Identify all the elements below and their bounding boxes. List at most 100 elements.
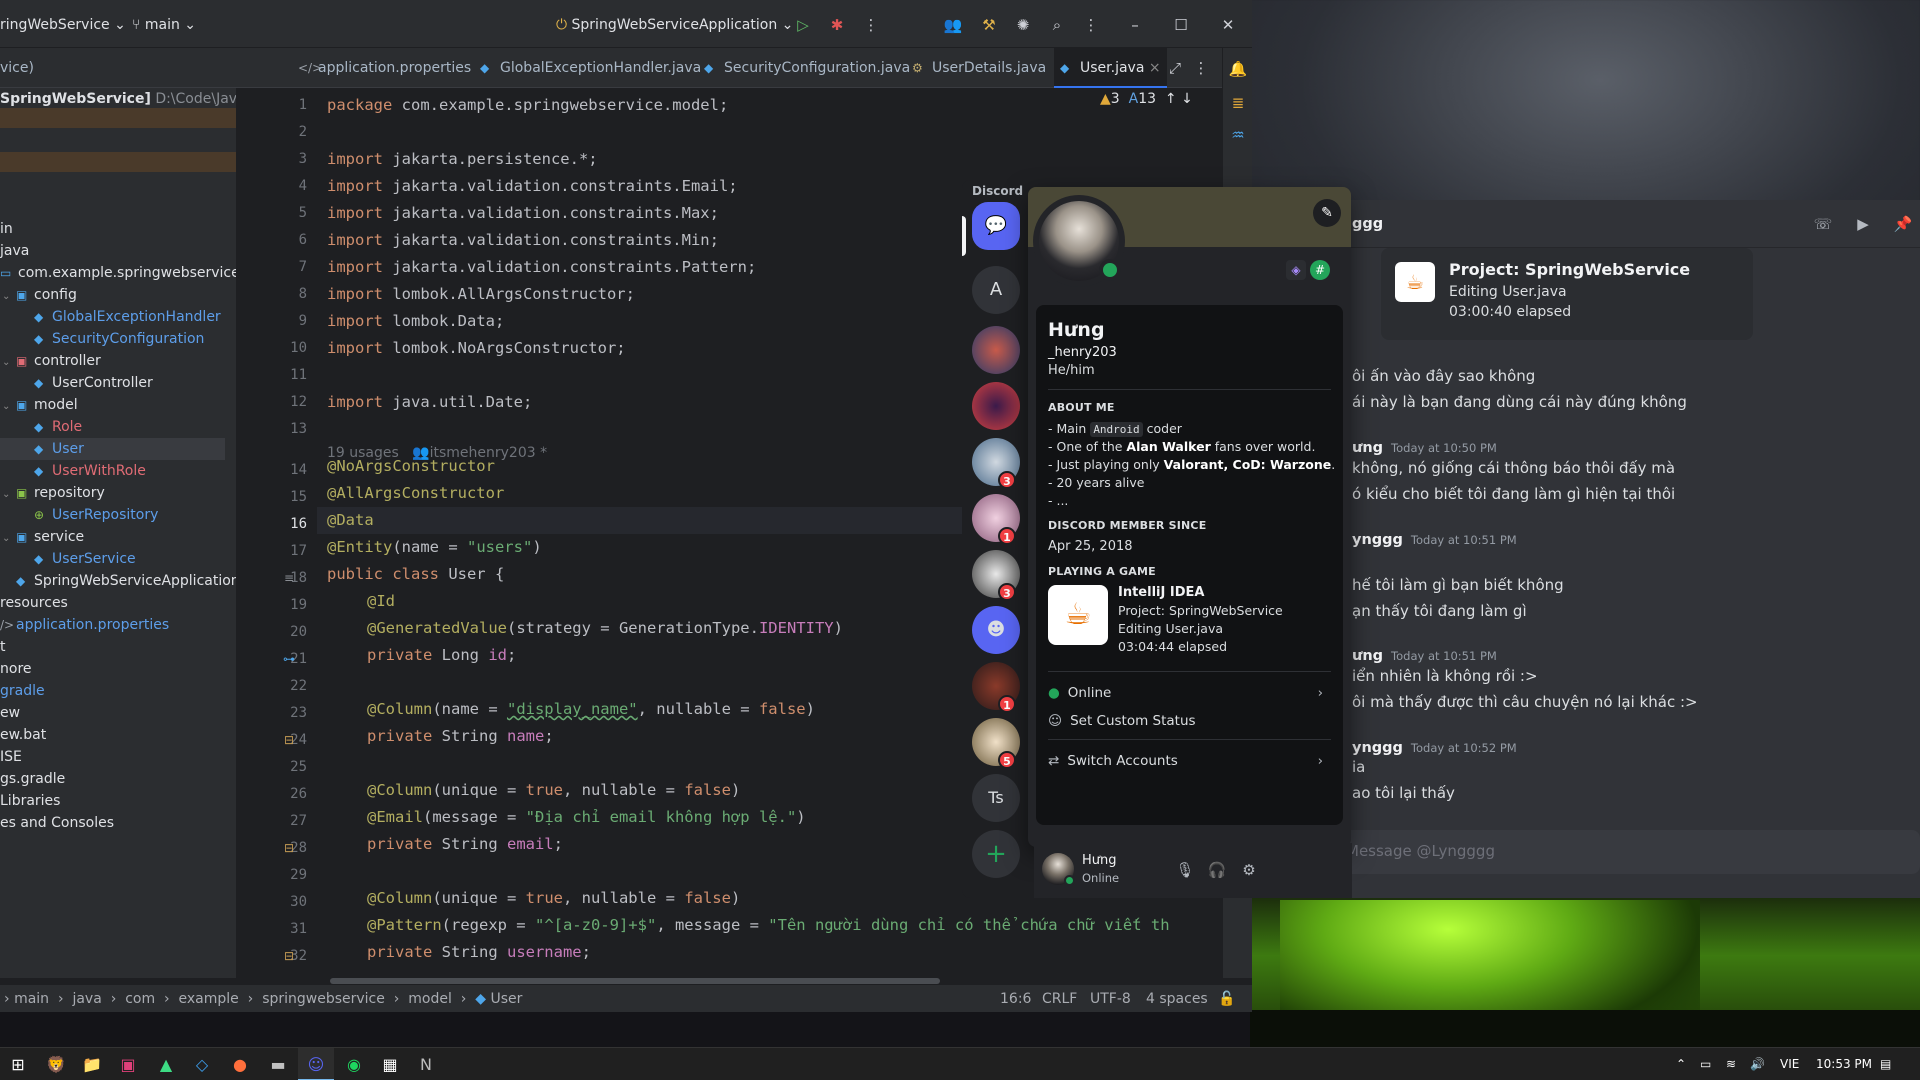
database-icon[interactable]: ≣ <box>1227 92 1249 114</box>
caret-position[interactable]: 16:6 <box>1000 985 1031 1013</box>
message-input[interactable]: ⊕ Message @Lyngggg <box>1306 830 1920 874</box>
prev-issue-icon[interactable]: ↑ <box>1165 91 1177 107</box>
server-icon[interactable] <box>972 326 1020 374</box>
tree-item[interactable]: gradle <box>0 680 45 702</box>
tree-item-service[interactable]: ⌄ ▣ service <box>2 526 84 548</box>
run-icon[interactable]: ▷ <box>792 14 814 36</box>
user-settings-icon[interactable]: ⚙ <box>1238 859 1260 881</box>
indent-setting[interactable]: 4 spaces <box>1146 985 1208 1013</box>
tree-item[interactable]: /> application.properties <box>0 614 169 636</box>
gradle-icon[interactable]: ♒ <box>1227 124 1249 146</box>
settings-menu-icon[interactable]: ⋮ <box>1080 14 1102 36</box>
tab-global-exception-handler[interactable]: ◆ GlobalExceptionHandler.java <box>480 48 701 88</box>
tree-item-package[interactable]: ▭ com.example.springwebservice <box>0 262 236 284</box>
tab-module-info[interactable]: vice) <box>0 48 34 88</box>
tree-root[interactable]: SpringWebService] D:\Code\Java\S <box>0 88 236 110</box>
tab-user-details[interactable]: ⚙ UserDetails.java <box>912 48 1046 88</box>
tab-close-icon[interactable]: × <box>1149 60 1161 76</box>
tree-item-selected[interactable]: ◆ User <box>0 438 225 460</box>
tree-item[interactable]: ew.bat <box>0 724 46 746</box>
server-icon[interactable]: A <box>972 266 1020 314</box>
notifications-icon[interactable]: 🔔 <box>1227 58 1249 80</box>
server-icon[interactable] <box>972 382 1020 430</box>
edit-profile-icon[interactable]: ✎ <box>1313 199 1341 227</box>
android-studio-icon[interactable]: ▲ <box>148 1048 184 1080</box>
dm-recipient-name[interactable]: ggg <box>1352 216 1383 232</box>
tree-item-class[interactable]: ◆ UserService <box>34 548 136 570</box>
start-icon[interactable]: ⊞ <box>0 1048 36 1080</box>
tree-item-class[interactable]: ◆ SpringWebServiceApplication <box>16 570 236 592</box>
line-separator[interactable]: CRLF <box>1042 985 1077 1013</box>
set-custom-status-item[interactable]: ☺ Set Custom Status <box>1048 706 1331 736</box>
expand-editor-icon[interactable]: ⤢ <box>1164 57 1186 79</box>
tree-item[interactable]: resources <box>0 592 68 614</box>
tree-item-class[interactable]: ◆ UserWithRole <box>34 460 146 482</box>
branch-switcher[interactable]: ⑂ main ⌄ <box>132 14 196 36</box>
build-icon[interactable]: ⚒ <box>978 14 1000 36</box>
nitro-badge-icon[interactable]: ◈ <box>1286 260 1306 280</box>
ai-icon[interactable]: ✺ <box>1012 14 1034 36</box>
tree-item-config[interactable]: ⌄ ▣ config <box>2 284 77 306</box>
tree-item-class[interactable]: ◆ Role <box>34 416 82 438</box>
discord-home-icon[interactable]: 💬 <box>972 202 1020 250</box>
tree-item-class[interactable]: ◆ UserController <box>34 372 153 394</box>
tree-item-class[interactable]: ◆ GlobalExceptionHandler <box>34 306 221 328</box>
notion-icon[interactable]: N <box>408 1048 444 1080</box>
search-icon[interactable]: ⌕ <box>1046 14 1068 36</box>
notification-center-icon[interactable]: ▤ <box>1880 1048 1891 1080</box>
video-call-icon[interactable]: ▶ <box>1852 213 1874 235</box>
hypesquad-badge-icon[interactable]: # <box>1310 260 1330 280</box>
brave-icon[interactable]: 🦁 <box>38 1048 74 1080</box>
pin-icon[interactable]: 📌 <box>1892 213 1914 235</box>
tab-options-icon[interactable]: ⋮ <box>1190 57 1212 79</box>
next-issue-icon[interactable]: ↓ <box>1181 91 1193 107</box>
tree-item-controller[interactable]: ⌄ ▣ controller <box>2 350 101 372</box>
voice-call-icon[interactable]: ☏ <box>1812 213 1834 235</box>
tree-item[interactable]: Libraries <box>0 790 60 812</box>
tree-item[interactable]: ISE <box>0 746 22 768</box>
key-icon[interactable]: ⊶ <box>281 646 297 673</box>
field-icon[interactable]: ⊟ <box>281 943 297 970</box>
debug-icon[interactable]: ✱ <box>826 14 848 36</box>
app-icon[interactable]: ▬ <box>260 1048 296 1080</box>
discord-taskbar-icon[interactable]: ☺ <box>298 1048 334 1080</box>
volume-icon[interactable]: 🔊 <box>1750 1048 1765 1080</box>
db-icon[interactable]: ≡ <box>281 565 297 592</box>
tree-item[interactable]: es and Consoles <box>0 812 114 834</box>
switch-accounts-item[interactable]: ⇄ Switch Accounts › <box>1048 746 1331 776</box>
tab-user-java[interactable]: ◆ User.java × <box>1054 48 1167 88</box>
tab-security-configuration[interactable]: ◆ SecurityConfiguration.java <box>704 48 910 88</box>
inspection-widget[interactable]: ▲3 A13 ↑ ↓ <box>1100 88 1215 110</box>
headphones-icon[interactable]: 🎧 <box>1206 859 1228 881</box>
battery-icon[interactable]: ▭ <box>1700 1048 1711 1080</box>
more-actions-icon[interactable]: ⋮ <box>860 14 882 36</box>
field-icon[interactable]: ⊟ <box>281 835 297 862</box>
microphone-icon[interactable]: 🎙 <box>1174 859 1196 881</box>
tree-row-highlight[interactable] <box>0 152 236 172</box>
file-explorer-icon[interactable]: 📁 <box>74 1048 110 1080</box>
file-encoding[interactable]: UTF-8 <box>1090 985 1131 1013</box>
project-switcher[interactable]: ringWebService ⌄ <box>0 14 126 36</box>
intellij-icon[interactable]: ▣ <box>110 1048 146 1080</box>
clock[interactable]: 10:53 PM <box>1816 1048 1872 1080</box>
jetbrains-toolbox-icon[interactable]: ▦ <box>372 1048 408 1080</box>
tree-item[interactable]: java <box>0 240 29 262</box>
spotify-icon[interactable]: ◉ <box>336 1048 372 1080</box>
tray-overflow-icon[interactable]: ⌃ <box>1676 1048 1686 1080</box>
collab-icon[interactable]: 👥 <box>942 14 964 36</box>
input-language[interactable]: VIE <box>1780 1048 1799 1080</box>
lock-icon[interactable]: 🔓 <box>1218 985 1235 1013</box>
tree-item-model[interactable]: ⌄ ▣ model <box>2 394 78 416</box>
wifi-icon[interactable]: ≋ <box>1726 1048 1736 1080</box>
tree-item-class[interactable]: ◆ SecurityConfiguration <box>34 328 204 350</box>
vscode-icon[interactable]: ◇ <box>184 1048 220 1080</box>
tree-item[interactable]: t <box>0 636 6 658</box>
status-online-item[interactable]: ● Online › <box>1048 678 1331 708</box>
tree-item[interactable]: in <box>0 218 13 240</box>
tree-item[interactable]: ew <box>0 702 20 724</box>
breadcrumb[interactable]: › main › java › com › example › springwe… <box>4 985 522 1013</box>
field-icon[interactable]: ⊟ <box>281 727 297 754</box>
run-config-selector[interactable]: ⏻ SpringWebServiceApplication ⌄ <box>556 14 793 36</box>
tree-row-highlight[interactable] <box>0 108 236 128</box>
close-window-icon[interactable]: ✕ <box>1217 14 1239 36</box>
